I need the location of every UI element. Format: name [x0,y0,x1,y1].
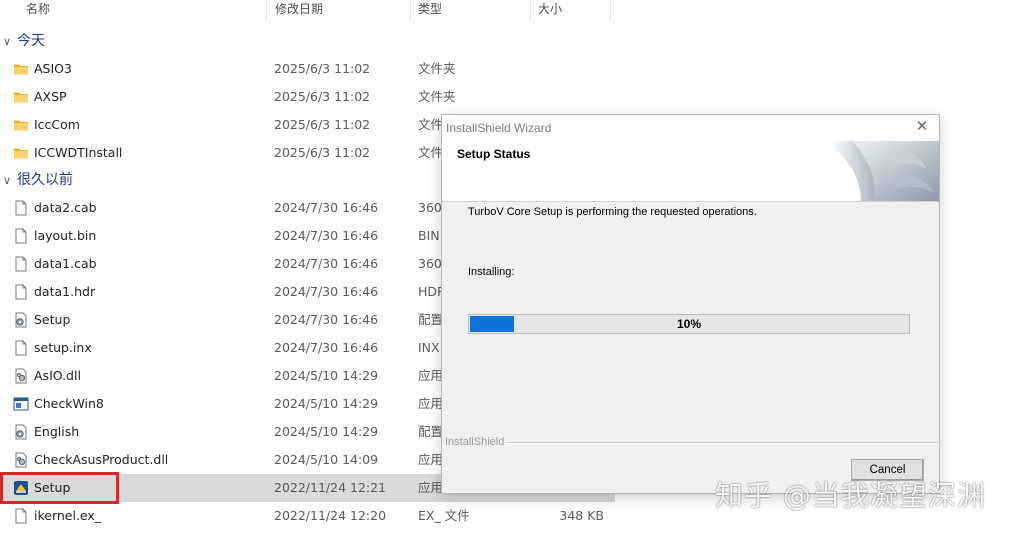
file-date: 2025/6/3 11:02 [274,117,371,132]
progress-bar: 10% [468,314,910,334]
column-name[interactable]: 名称 [26,0,50,22]
group-label: 今天 [17,33,45,49]
file-name: AXSP [34,89,67,104]
file-icon [13,508,29,524]
progress-text: 10% [676,317,702,331]
file-name: ICCWDTInstall [34,145,123,160]
chevron-down-icon: ∨ [3,174,12,187]
dialog-header: Setup Status [442,141,939,202]
file-date: 2025/6/3 11:02 [274,145,371,160]
file-date: 2024/7/30 16:46 [274,256,379,271]
file-date: 2024/7/30 16:46 [274,312,379,327]
file-row[interactable]: ikernel.ex_ 2022/11/24 12:20 EX_ 文件 348 KB [0,502,615,530]
file-row[interactable]: AXSP 2025/6/3 11:02 文件夹 [0,83,615,111]
column-divider[interactable] [266,0,267,22]
group-label: 很久以前 [17,172,73,188]
dll-icon [13,368,29,384]
installshield-dialog: InstallShield Wizard ✕ Setup Status Turb… [441,114,940,494]
file-name: ASIO3 [34,61,72,76]
file-name: layout.bin [34,228,97,243]
file-name: AsIO.dll [34,368,81,383]
column-type[interactable]: 类型 [418,0,442,22]
installshield-brand: InstallShield [445,436,508,448]
file-name: CheckAsusProduct.dll [34,452,169,467]
file-name: data2.cab [34,200,97,215]
file-icon [13,284,29,300]
file-name: Setup [34,312,71,327]
file-type: 文件夹 [418,61,456,76]
status-message: TurboV Core Setup is performing the requ… [468,206,757,218]
settings-file-icon [13,312,29,328]
file-icon [13,200,29,216]
file-name: setup.inx [34,340,92,355]
status-label: Installing: [468,266,515,278]
file-type: 配置 [418,312,444,327]
file-type: 应用 [418,452,444,467]
file-type: 应用 [418,368,444,383]
file-type: 文件夹 [418,89,456,104]
file-date: 2024/5/10 14:29 [274,396,379,411]
column-modified[interactable]: 修改日期 [275,0,323,22]
file-type: 配置 [418,424,444,439]
column-divider[interactable] [410,0,411,22]
dialog-titlebar[interactable]: InstallShield Wizard ✕ [442,115,939,141]
column-header: 名称 修改日期 类型 大小 [0,0,615,22]
file-icon [13,256,29,272]
file-size: 348 KB [559,508,604,523]
file-date: 2024/7/30 16:46 [274,284,379,299]
chevron-down-icon: ∨ [3,35,12,48]
dialog-title: InstallShield Wizard [446,121,552,135]
file-type: 文件 [418,145,444,160]
file-name: CheckWin8 [34,396,104,411]
file-row[interactable]: ASIO3 2025/6/3 11:02 文件夹 [0,55,615,83]
file-name: ikernel.ex_ [34,508,102,523]
column-size[interactable]: 大小 [538,0,562,22]
column-divider[interactable] [530,0,531,22]
file-name: data1.hdr [34,284,96,299]
file-date: 2025/6/3 11:02 [274,61,371,76]
file-name: English [34,424,80,439]
file-type: BIN [418,228,440,243]
file-date: 2024/5/10 14:29 [274,368,379,383]
watermark: 知乎 @当我凝望深渊 [715,479,986,512]
file-date: 2022/11/24 12:21 [274,480,387,495]
wizard-art-icon [831,141,939,201]
file-date: 2025/6/3 11:02 [274,89,371,104]
column-divider[interactable] [610,0,611,22]
file-name: data1.cab [34,256,97,271]
dialog-heading: Setup Status [457,147,531,161]
folder-icon [13,145,29,161]
group-today[interactable]: ∨ 今天 [0,28,45,54]
divider [502,442,938,444]
app-window-icon [13,396,29,412]
file-date: 2024/7/30 16:46 [274,340,379,355]
folder-icon [13,61,29,77]
close-icon[interactable]: ✕ [913,118,931,136]
file-type: EX_ 文件 [418,508,470,523]
file-type: 文件 [418,117,444,132]
file-icon [13,228,29,244]
folder-icon [13,89,29,105]
file-type: INX [418,340,440,355]
file-date: 2024/7/30 16:46 [274,228,379,243]
folder-icon [13,117,29,133]
dll-icon [13,452,29,468]
group-long-ago[interactable]: ∨ 很久以前 [0,167,73,193]
file-name: IccCom [34,117,80,132]
file-type: 应用 [418,396,444,411]
file-icon [13,340,29,356]
file-date: 2024/5/10 14:29 [274,424,379,439]
file-date: 2024/7/30 16:46 [274,200,379,215]
file-date: 2024/5/10 14:09 [274,452,379,467]
highlight-box [0,472,119,504]
file-date: 2022/11/24 12:20 [274,508,387,523]
settings-file-icon [13,424,29,440]
file-type: 应用 [418,480,444,495]
